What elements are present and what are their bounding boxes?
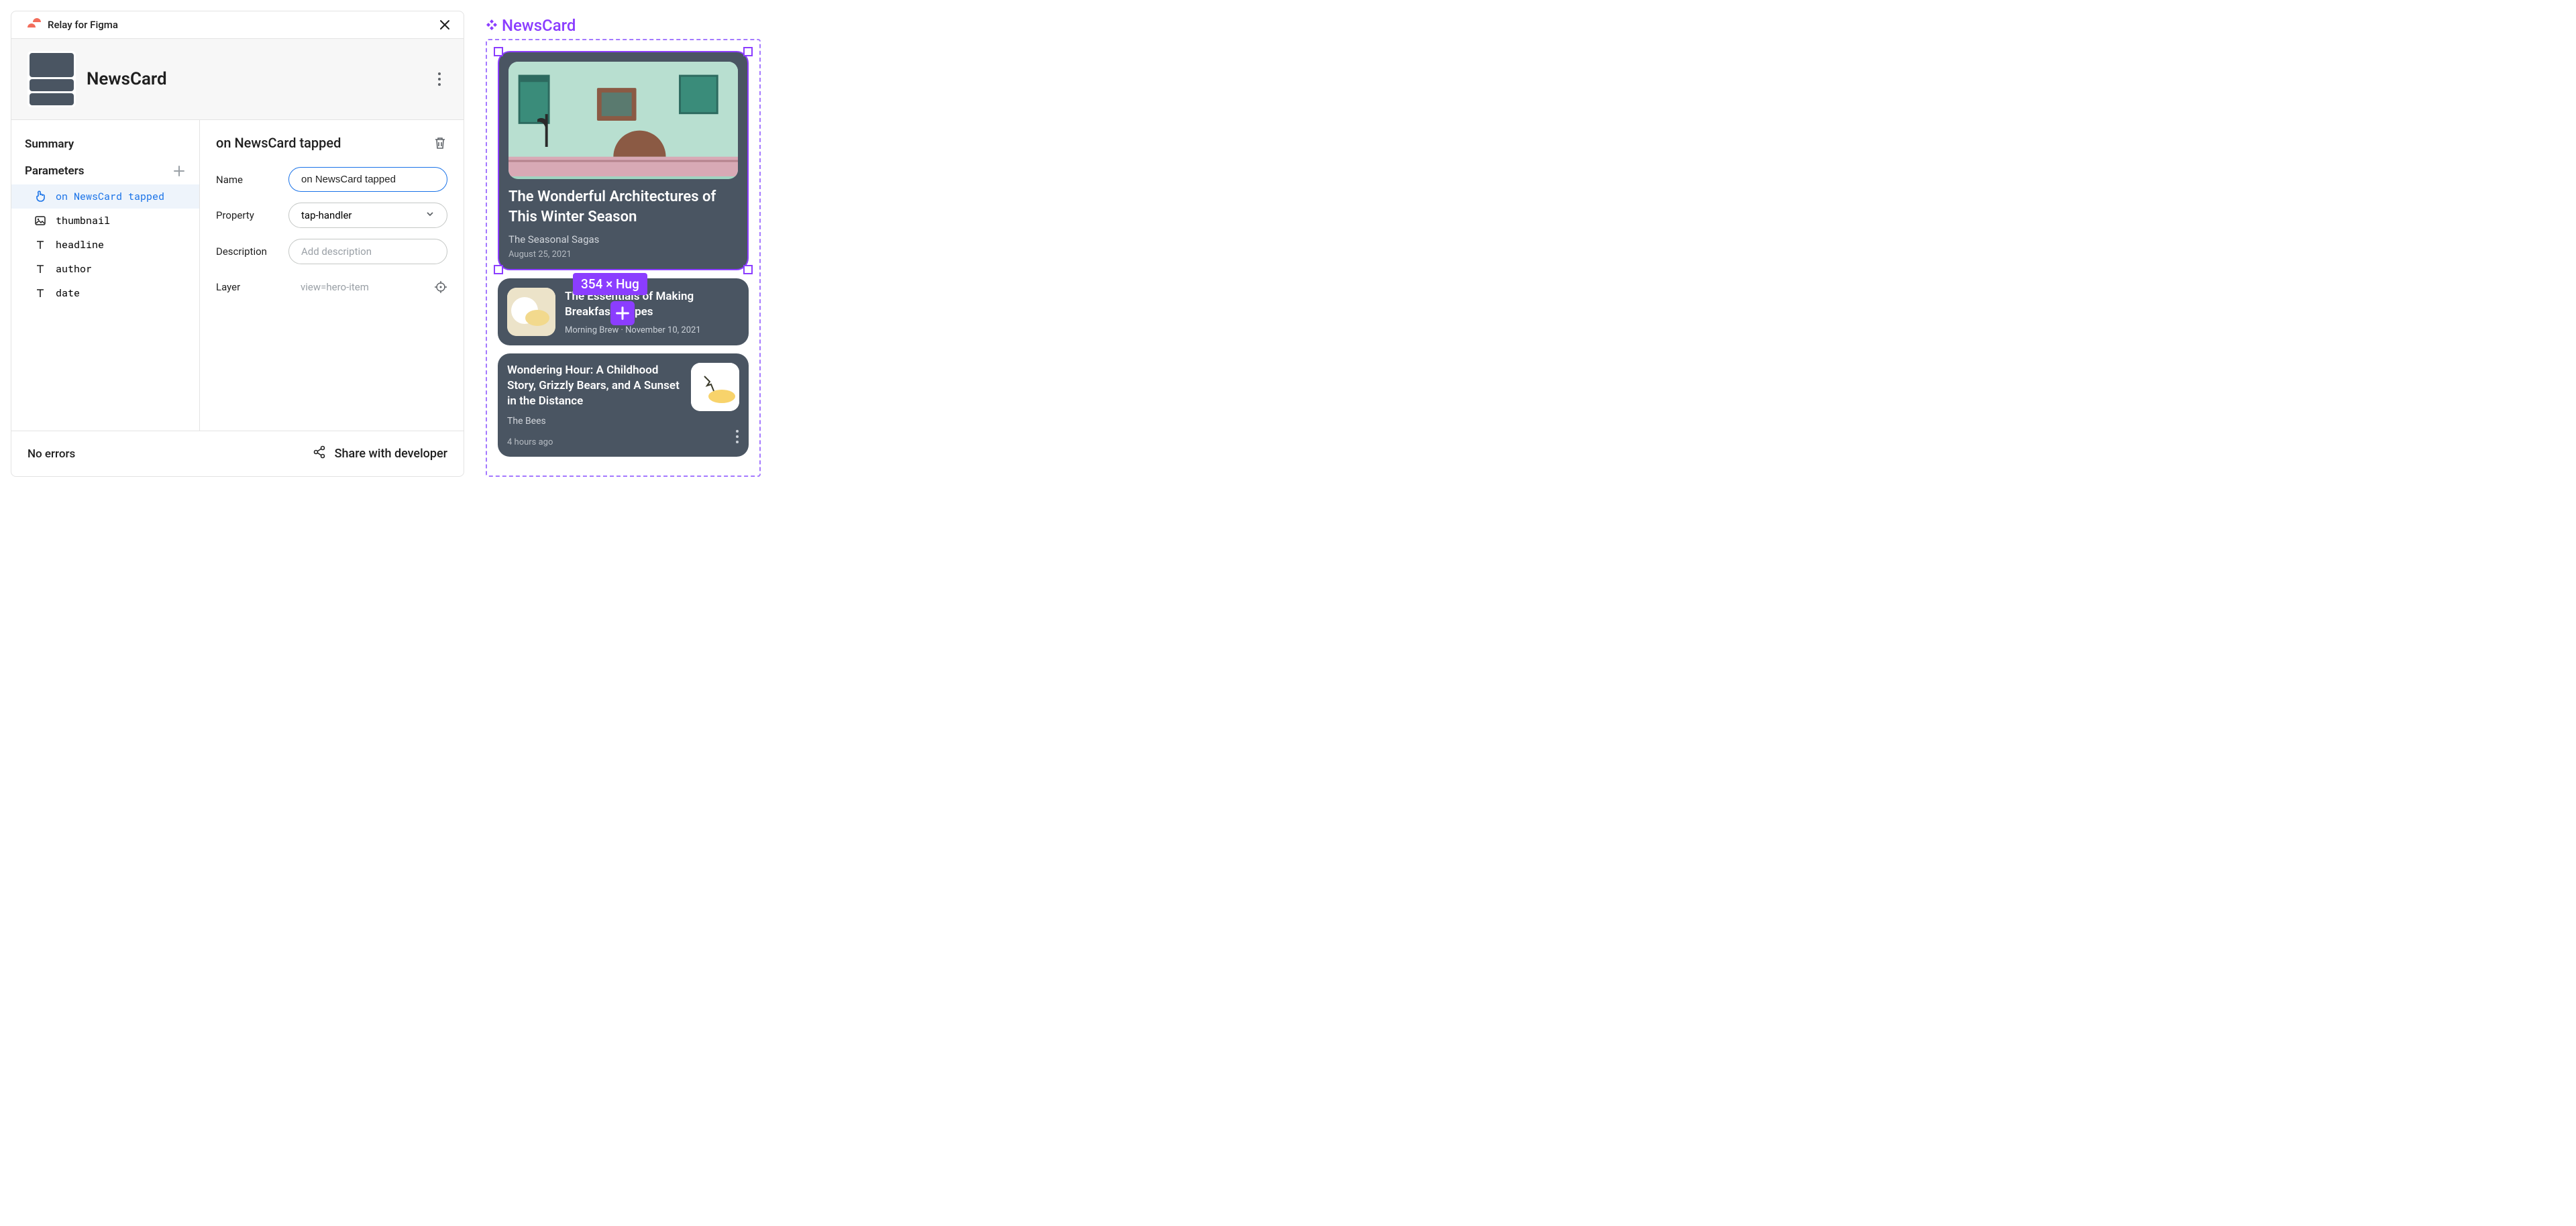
audio-timeago: 4 hours ago xyxy=(507,427,739,447)
selection-handle[interactable] xyxy=(743,265,753,274)
param-label: on NewsCard tapped xyxy=(56,190,164,203)
parameter-list: on NewsCard tapped thumbnail headline xyxy=(11,184,199,305)
layer-label: Layer xyxy=(216,281,278,293)
hero-author: The Seasonal Sagas xyxy=(508,227,738,245)
image-icon xyxy=(34,215,46,227)
hero-date: August 25, 2021 xyxy=(508,245,738,260)
param-label: author xyxy=(56,262,92,276)
delete-icon[interactable] xyxy=(433,135,447,150)
audio-headline: Wondering Hour: A Childhood Story, Grizz… xyxy=(507,363,682,409)
component-name: NewsCard xyxy=(87,69,421,89)
plugin-name: Relay for Figma xyxy=(48,19,118,31)
close-icon[interactable] xyxy=(438,18,451,32)
component-frame-label[interactable]: NewsCard xyxy=(486,16,761,39)
hero-headline: The Wonderful Architectures of This Wint… xyxy=(508,179,738,227)
add-parameter-icon[interactable] xyxy=(172,164,186,178)
text-icon xyxy=(34,263,46,275)
insert-variant-button[interactable] xyxy=(610,301,635,325)
component-frame[interactable]: The Wonderful Architectures of This Wint… xyxy=(486,39,761,477)
text-icon xyxy=(34,239,46,251)
property-label: Property xyxy=(216,209,278,221)
chevron-down-icon xyxy=(425,209,435,221)
component-icon xyxy=(486,16,498,35)
summary-heading[interactable]: Summary xyxy=(11,135,199,162)
param-label: thumbnail xyxy=(56,214,110,227)
param-item-date[interactable]: date xyxy=(11,281,199,305)
hero-thumbnail xyxy=(508,62,738,179)
share-with-developer-button[interactable]: Share with developer xyxy=(312,445,447,463)
relay-panel: Relay for Figma NewsCard Summary Paramet… xyxy=(11,11,464,477)
news-card-audio[interactable]: Wondering Hour: A Childhood Story, Grizz… xyxy=(498,353,749,457)
sidebar: Summary Parameters on NewsCard tapped xyxy=(11,120,200,431)
text-icon xyxy=(34,287,46,299)
description-input[interactable]: Add description xyxy=(288,239,447,264)
component-header: NewsCard xyxy=(11,39,464,120)
kebab-menu-icon[interactable] xyxy=(431,71,447,87)
selection-handle[interactable] xyxy=(494,47,503,56)
panel-header: Relay for Figma xyxy=(11,11,464,39)
target-icon[interactable] xyxy=(434,280,447,294)
property-select[interactable]: tap-handler xyxy=(288,203,447,228)
small-thumbnail xyxy=(507,288,555,336)
frame-name: NewsCard xyxy=(502,16,576,35)
name-input[interactable] xyxy=(288,167,447,192)
detail-pane: on NewsCard tapped Name Property tap-han… xyxy=(200,120,464,431)
layer-value: view=hero-item xyxy=(288,275,423,299)
panel-body: Summary Parameters on NewsCard tapped xyxy=(11,120,464,431)
component-thumbnail xyxy=(28,51,76,107)
figma-canvas[interactable]: NewsCard xyxy=(486,11,761,477)
param-label: date xyxy=(56,286,80,300)
status-text: No errors xyxy=(28,447,75,461)
parameters-heading: Parameters xyxy=(25,164,85,178)
relay-logo-icon xyxy=(23,18,42,32)
audio-author: The Bees xyxy=(507,409,682,427)
selection-handle[interactable] xyxy=(494,265,503,274)
detail-title: on NewsCard tapped xyxy=(216,135,341,151)
param-item-on-newscard-tapped[interactable]: on NewsCard tapped xyxy=(11,184,199,209)
share-icon xyxy=(312,445,327,463)
param-item-headline[interactable]: headline xyxy=(11,233,199,257)
description-label: Description xyxy=(216,245,278,258)
param-label: headline xyxy=(56,238,104,252)
name-label: Name xyxy=(216,174,278,186)
card-menu-icon[interactable] xyxy=(735,429,739,447)
panel-footer: No errors Share with developer xyxy=(11,431,464,476)
param-item-thumbnail[interactable]: thumbnail xyxy=(11,209,199,233)
small-subline: Morning Brew · November 10, 2021 xyxy=(565,320,739,335)
tap-icon xyxy=(34,190,46,203)
news-card-hero[interactable]: The Wonderful Architectures of This Wint… xyxy=(498,51,749,270)
audio-thumbnail xyxy=(691,363,739,411)
share-label: Share with developer xyxy=(335,447,447,461)
param-item-author[interactable]: author xyxy=(11,257,199,281)
news-card-small[interactable]: The Essentials of Making Breakfast Crepe… xyxy=(498,278,749,345)
property-value: tap-handler xyxy=(301,209,352,221)
dimension-badge: 354 × Hug xyxy=(573,273,647,295)
selection-handle[interactable] xyxy=(743,47,753,56)
